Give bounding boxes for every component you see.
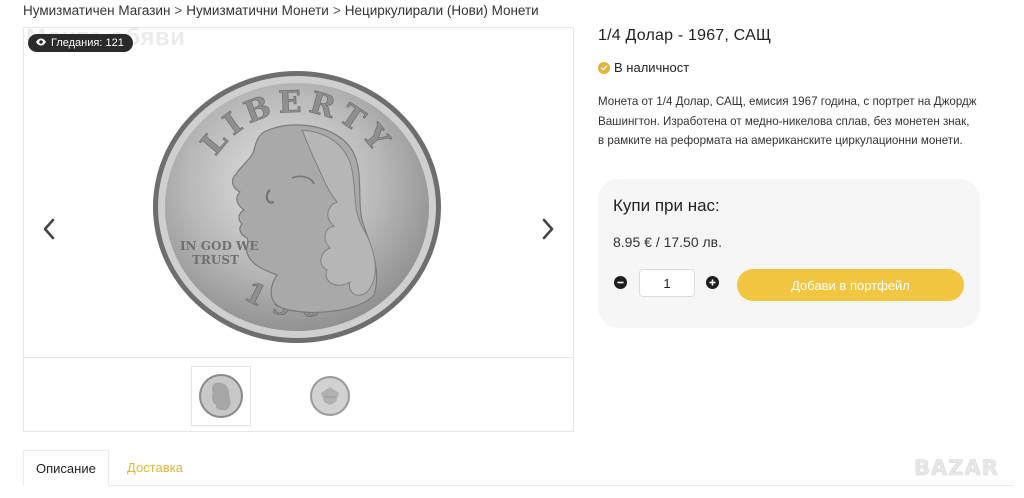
breadcrumb-item-uncirculated[interactable]: Нециркулирали (Нови) Монети (345, 3, 539, 18)
thumbnail-strip (24, 359, 573, 431)
gallery-prev-button[interactable] (36, 218, 62, 244)
tab-description[interactable]: Описание (23, 450, 109, 486)
add-to-cart-button[interactable]: Добави в портфейл (737, 269, 964, 301)
coin-thumbnail-image (310, 376, 350, 416)
gallery-next-button[interactable] (535, 218, 561, 244)
thumbnail-reverse[interactable] (301, 367, 359, 425)
breadcrumb-separator: > (332, 3, 341, 18)
quantity-increase-button[interactable] (706, 276, 719, 289)
thumbnail-obverse[interactable] (192, 367, 250, 425)
product-description: Монета от 1/4 Долар, САЩ, емисия 1967 го… (598, 95, 977, 147)
quarter-obverse-image: LIBERTY 1967 IN GOD WE TRUST (153, 71, 441, 343)
chevron-left-icon (42, 217, 56, 246)
quantity-decrease-button[interactable] (614, 276, 627, 289)
breadcrumb-separator: > (174, 3, 183, 18)
minus-icon (617, 281, 624, 284)
plus-icon (709, 279, 716, 286)
coin-thumbnail-image (199, 374, 243, 418)
quantity-input[interactable] (639, 269, 695, 297)
stock-label: В наличност (614, 60, 690, 75)
buy-box: Купи при нас: 8.95 € / 17.50 лв. Добави … (598, 179, 980, 328)
breadcrumb: Нумизматичен Магазин > Нумизматични Монети… (23, 3, 539, 18)
chevron-right-icon (541, 217, 555, 246)
main-product-image[interactable]: Моите обяви Гледания: 121 LIBERTY (24, 28, 573, 358)
views-count: Гледания: 121 (51, 37, 124, 49)
breadcrumb-item-shop[interactable]: Нумизматичен Магазин (23, 3, 170, 18)
coin-motto-line1: IN GOD WE (180, 239, 259, 253)
bazar-logo-text: BAZAR (914, 456, 999, 480)
stock-status: В наличност (598, 60, 689, 75)
product-price: 8.95 € / 17.50 лв. (613, 234, 723, 250)
check-circle-icon (598, 61, 610, 74)
tab-delivery[interactable]: Доставка (115, 450, 195, 485)
product-tabs: Описание Доставка (23, 450, 1013, 486)
bazar-logo: BAZAR (914, 456, 999, 481)
breadcrumb-item-coins[interactable]: Нумизматични Монети (186, 3, 329, 18)
product-gallery: Моите обяви Гледания: 121 LIBERTY (23, 27, 574, 432)
coin-motto-line2: TRUST (192, 253, 239, 267)
eye-icon (35, 36, 47, 51)
product-title: 1/4 Долар - 1967, САЩ (598, 27, 772, 44)
buy-box-title: Купи при нас: (613, 196, 720, 215)
views-badge: Гледания: 121 (28, 34, 133, 52)
